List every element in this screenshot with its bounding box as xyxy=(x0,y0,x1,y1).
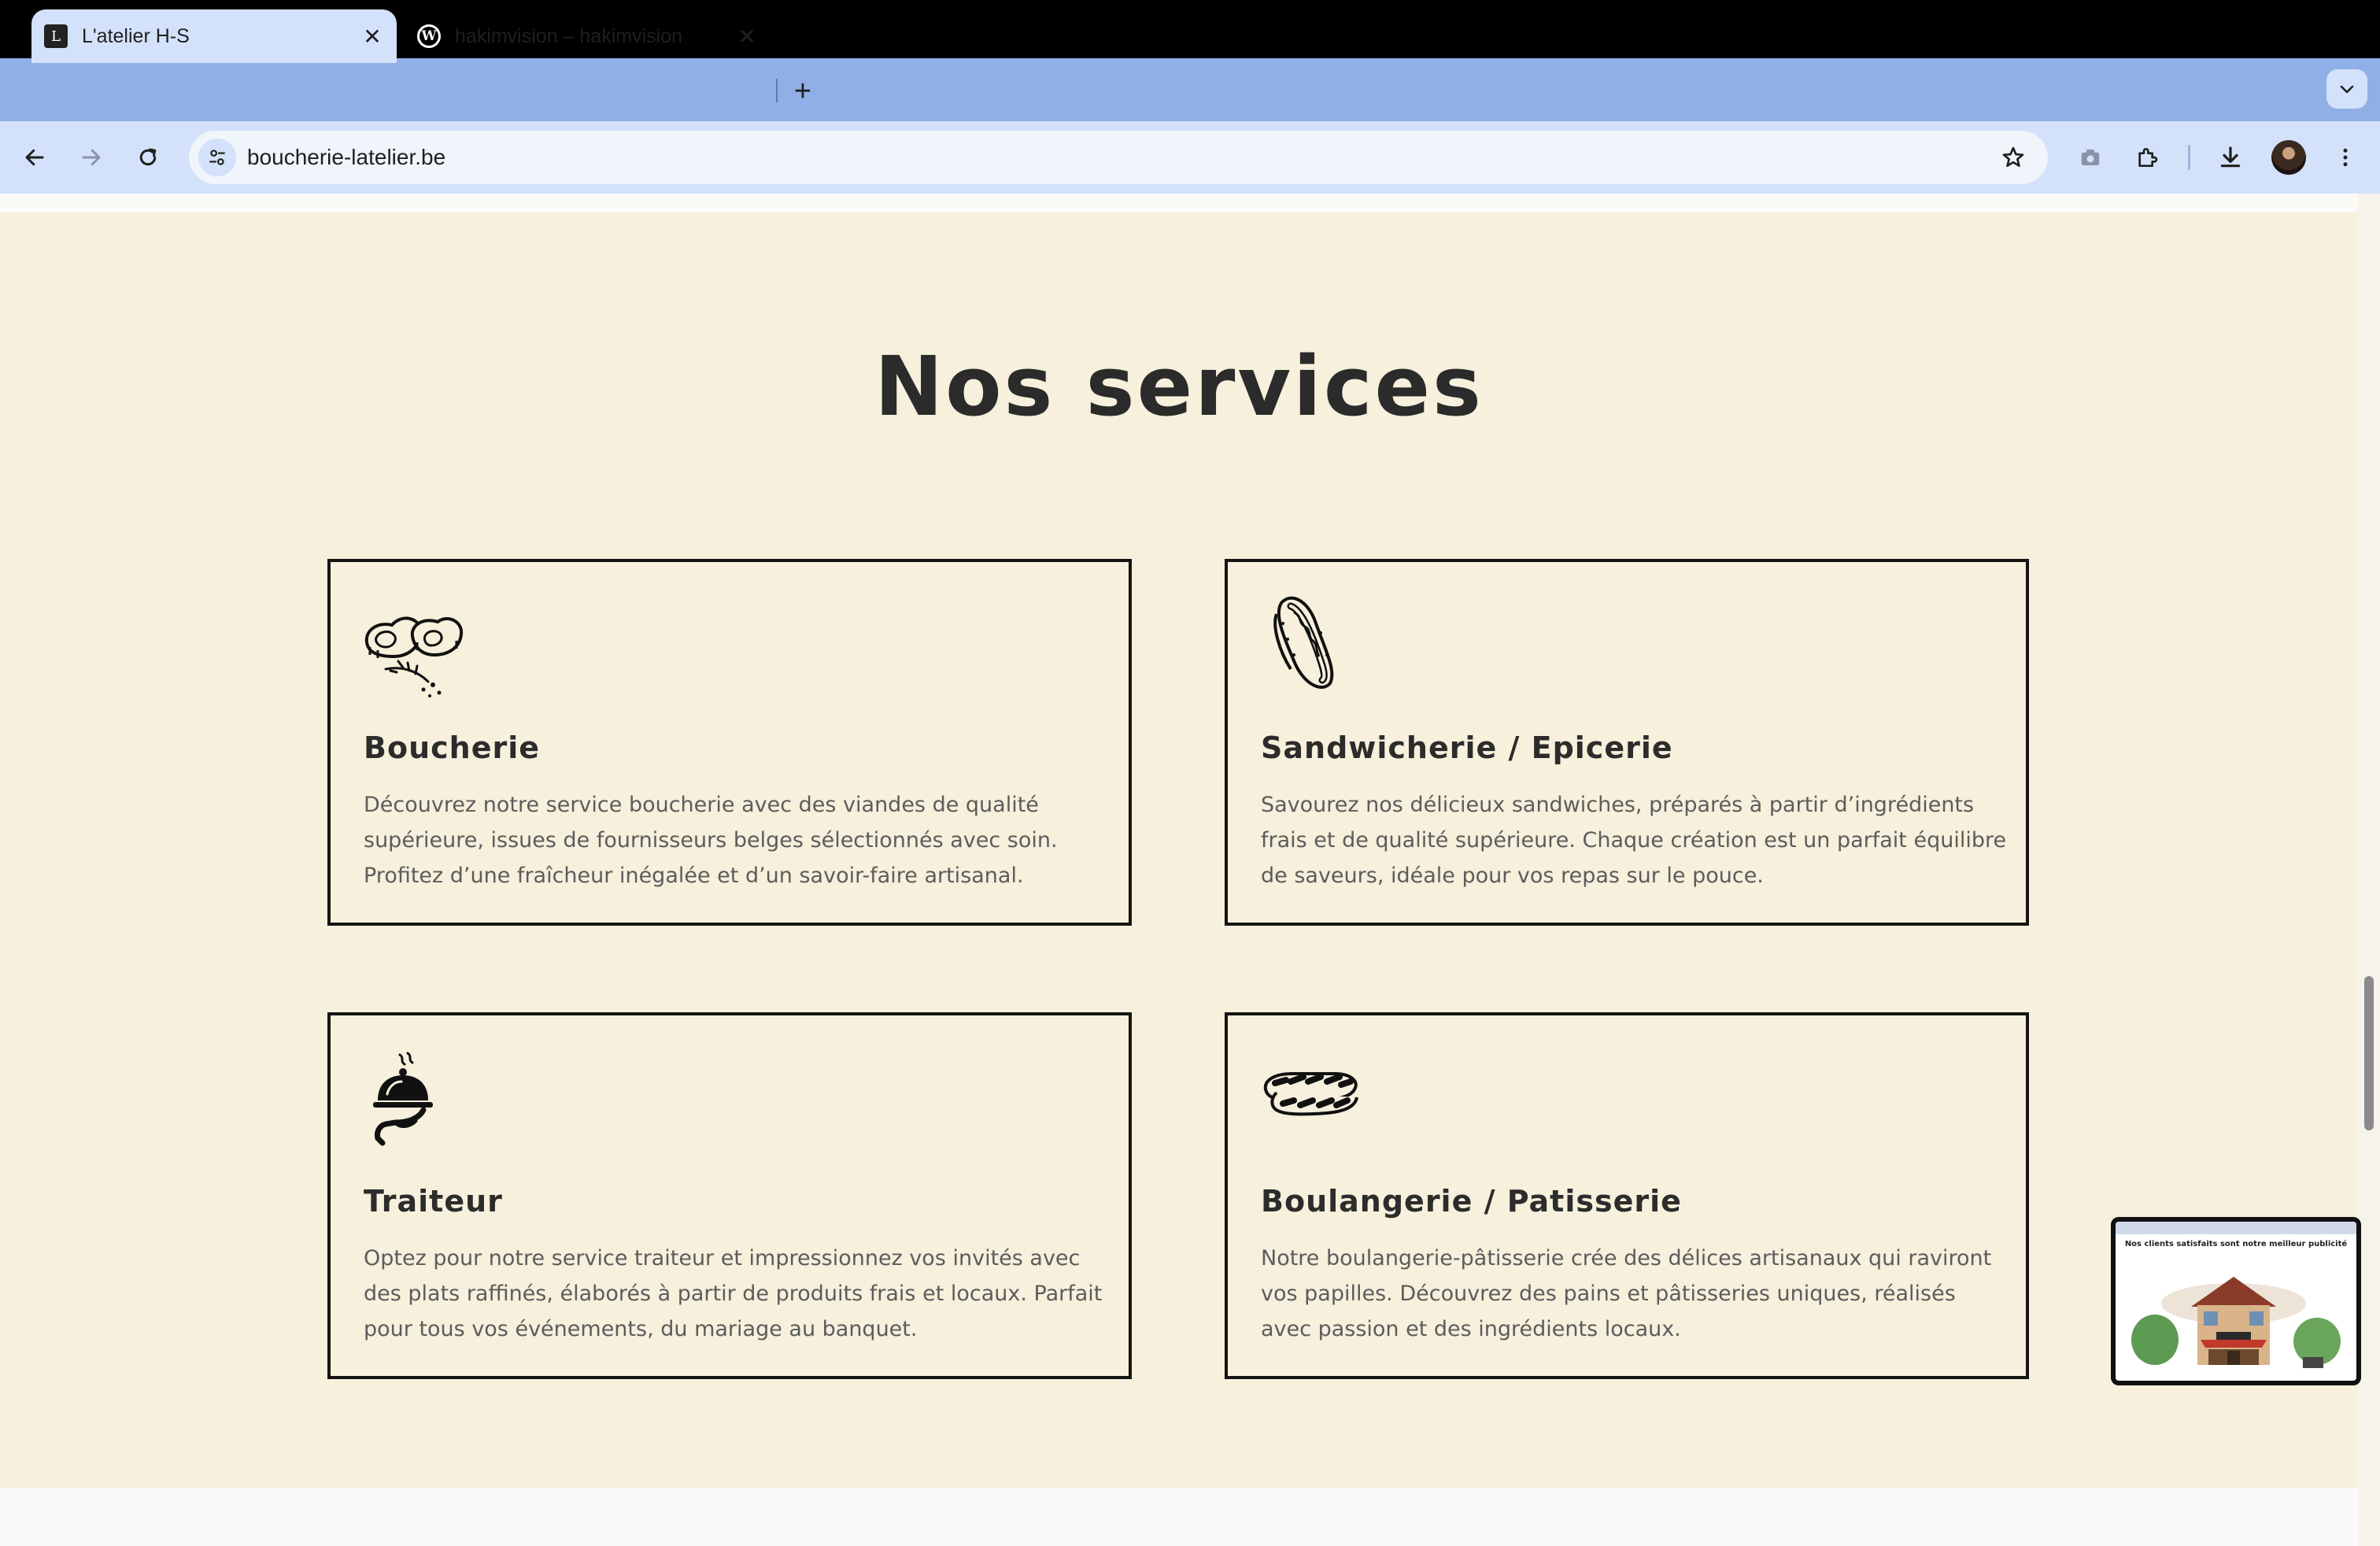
profile-avatar[interactable] xyxy=(2271,140,2306,175)
camera-icon xyxy=(2081,150,2100,165)
menu-button[interactable] xyxy=(2325,137,2366,178)
service-card-traiteur: Traiteur Optez pour notre service traite… xyxy=(327,1012,1132,1379)
arrow-right-icon xyxy=(82,149,101,166)
tab-latelier[interactable]: L L'atelier H-S ✕ xyxy=(31,9,397,63)
tab-search-button[interactable] xyxy=(2326,69,2367,109)
service-description: Découvrez notre service boucherie avec d… xyxy=(364,793,1058,888)
scrollbar-track[interactable] xyxy=(2358,194,2380,1546)
downloads-button[interactable] xyxy=(2210,137,2251,178)
url-text[interactable]: boucherie-latelier.be xyxy=(247,131,445,184)
service-description: Optez pour notre service traiteur et imp… xyxy=(364,1246,1103,1341)
hotdog-icon xyxy=(1273,596,1334,689)
service-title: Boucherie xyxy=(364,730,541,765)
service-card-boulangerie: Boulangerie / Patisserie Notre boulanger… xyxy=(1225,1012,2029,1379)
new-tab-button[interactable]: + xyxy=(785,74,820,109)
video-frame: Nos clients satisfaits sont notre meille… xyxy=(2116,1222,2356,1381)
back-button[interactable] xyxy=(14,137,55,178)
extensions-button[interactable] xyxy=(2127,137,2168,178)
forward-button[interactable] xyxy=(71,137,112,178)
browser-toolbar: boucherie-latelier.be xyxy=(0,121,2380,194)
service-title: Sandwicherie / Epicerie xyxy=(1261,730,1673,765)
previous-section-edge xyxy=(0,194,2358,213)
close-icon[interactable]: ✕ xyxy=(359,23,386,50)
address-bar[interactable]: boucherie-latelier.be xyxy=(189,131,2048,184)
site-info-button[interactable] xyxy=(198,139,236,176)
section-title: Nos services xyxy=(874,338,1484,435)
service-description: Notre boulangerie-pâtisserie crée des dé… xyxy=(1261,1246,1992,1341)
toolbar-divider xyxy=(2188,145,2190,170)
tune-icon xyxy=(209,150,225,165)
download-icon xyxy=(2220,146,2241,168)
chevron-down-icon xyxy=(2340,85,2354,94)
puzzle-icon xyxy=(2138,148,2158,167)
services-section: Nos services Boucherie Découvrez notre s… xyxy=(0,213,2358,1488)
service-card-sandwicherie: Sandwicherie / Epicerie Savourez nos dél… xyxy=(1225,559,2029,926)
service-card-boucherie: Boucherie Découvrez notre service bouche… xyxy=(327,559,1132,926)
cloche-icon xyxy=(373,1052,433,1146)
service-title: Traiteur xyxy=(364,1184,503,1219)
next-section-edge xyxy=(0,1488,2358,1546)
reload-icon xyxy=(139,148,157,166)
star-icon xyxy=(2002,146,2024,167)
wordpress-icon: W xyxy=(417,24,441,48)
tab-title: L'atelier H-S xyxy=(82,24,190,47)
steak-icon xyxy=(364,616,464,697)
close-icon[interactable]: ✕ xyxy=(734,23,760,50)
bread-icon xyxy=(1263,1072,1358,1116)
service-title: Boulangerie / Patisserie xyxy=(1261,1184,1682,1219)
atelier-logo-icon: L xyxy=(44,24,68,48)
tab-title: hakimvision – hakimvision xyxy=(455,24,683,47)
shop-illustration xyxy=(2131,1277,2341,1368)
tab-hakimvision[interactable]: W hakimvision – hakimvision ✕ xyxy=(405,9,771,63)
tab-separator xyxy=(776,79,778,102)
page-viewport: Nos services Boucherie Découvrez notre s… xyxy=(0,194,2380,1546)
bookmark-button[interactable] xyxy=(1996,140,2031,175)
screenshot-button[interactable] xyxy=(2070,137,2111,178)
tab-strip xyxy=(0,58,2380,121)
scrollbar-thumb[interactable] xyxy=(2364,976,2374,1130)
arrow-left-icon xyxy=(25,149,44,166)
picture-in-picture-video[interactable]: Nos clients satisfaits sont notre meille… xyxy=(2111,1217,2361,1385)
reload-button[interactable] xyxy=(128,137,168,178)
service-description: Savourez nos délicieux sandwiches, prépa… xyxy=(1261,793,2007,888)
kebab-menu-icon xyxy=(2343,148,2348,167)
